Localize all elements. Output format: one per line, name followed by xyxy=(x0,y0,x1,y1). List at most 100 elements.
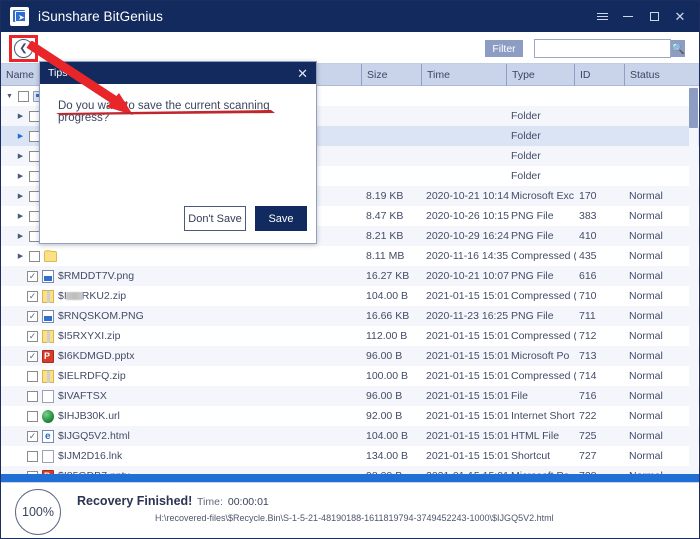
dont-save-button[interactable]: Don't Save xyxy=(184,206,246,231)
table-row[interactable]: $I5RXYXI.zip 112.00 B 2021-01-15 15:01:07C… xyxy=(1,326,699,346)
cell-size: 98.00 B xyxy=(361,466,421,474)
row-checkbox[interactable] xyxy=(27,410,38,422)
table-row[interactable]: $RMDDT7V.png 16.27 KB 2020-10-21 10:07:34P… xyxy=(1,266,699,286)
chevron-right-icon[interactable]: ▶ xyxy=(16,146,25,166)
table-row[interactable]: $I6KDMGD.pptx 96.00 B 2021-01-15 15:01:07M… xyxy=(1,346,699,366)
file-name: $IHJB30K.url xyxy=(58,410,120,422)
column-header-type[interactable]: Type xyxy=(506,64,574,86)
cell-id: 435 xyxy=(579,250,597,262)
cell-name: $IRKU2.zip xyxy=(1,286,361,306)
cell-size xyxy=(361,166,421,186)
cell-time: 2020-11-16 14:35:08 xyxy=(426,250,509,262)
back-chevron-icon[interactable]: ❮ xyxy=(14,39,33,58)
column-header-size[interactable]: Size xyxy=(361,64,421,86)
row-checkbox[interactable] xyxy=(27,270,38,282)
maximize-icon[interactable] xyxy=(641,1,667,32)
column-header-id[interactable]: ID xyxy=(574,64,624,86)
row-checkbox[interactable] xyxy=(27,370,38,382)
cell-type: Microsoft Po xyxy=(506,466,576,474)
cell-id: 711 xyxy=(579,310,596,322)
search-icon[interactable]: 🔍 xyxy=(671,40,685,57)
back-button-highlight: ❮ xyxy=(9,35,38,62)
zip-file-icon xyxy=(42,329,54,343)
file-name: $IJGQ5V2.html xyxy=(58,430,130,442)
cell-time: 2021-01-15 15:01:07 xyxy=(426,290,509,302)
row-checkbox[interactable] xyxy=(27,330,38,342)
table-row[interactable]: $IELRDFQ.zip 100.00 B 2021-01-15 15:01:07C… xyxy=(1,366,699,386)
cell-type: Compressed ( xyxy=(511,330,576,342)
footer-status-bar: 100% Recovery Finished! Time:00:00:01 Re… xyxy=(1,482,699,538)
search-input[interactable] xyxy=(535,40,671,57)
row-checkbox[interactable] xyxy=(27,450,38,462)
table-row[interactable]: $IRKU2.zip 104.00 B 2021-01-15 15:01:07Com… xyxy=(1,286,699,306)
cell-type: File xyxy=(511,390,528,402)
table-row[interactable]: ▶ 8.11 MB 2020-11-16 14:35:08Compressed (4… xyxy=(1,246,699,266)
cell-id: 713 xyxy=(579,350,597,362)
progress-percent: 100% xyxy=(15,489,61,535)
vertical-scrollbar[interactable] xyxy=(689,86,698,474)
hamburger-icon[interactable] xyxy=(589,1,615,32)
url-file-icon xyxy=(42,409,54,423)
chevron-right-icon[interactable]: ▶ xyxy=(16,226,25,246)
row-checkbox[interactable] xyxy=(27,350,38,362)
row-checkbox[interactable] xyxy=(27,290,38,302)
cell-type: Microsoft Exc xyxy=(511,190,575,202)
cell-type: PNG File xyxy=(511,230,554,242)
cell-time xyxy=(421,106,509,126)
redacted-text xyxy=(65,292,83,300)
table-row[interactable]: $IVAFTSX 96.00 B 2021-01-15 15:01:07File 71… xyxy=(1,386,699,406)
column-header-status[interactable]: Status xyxy=(624,64,699,86)
filter-button[interactable]: Filter xyxy=(485,40,523,57)
cell-name: $IJGQ5V2.html xyxy=(1,426,361,446)
doc-file-icon xyxy=(42,449,54,463)
save-button[interactable]: Save xyxy=(255,206,307,231)
file-name: $IVAFTSX xyxy=(58,390,107,402)
chevron-down-icon[interactable]: ▼ xyxy=(5,86,14,106)
scrollbar-thumb[interactable] xyxy=(689,88,698,128)
chevron-right-icon[interactable]: ▶ xyxy=(16,206,25,226)
table-row[interactable]: $IJM2D16.lnk 134.00 B 2021-01-15 15:01:07S… xyxy=(1,446,699,466)
column-header-time[interactable]: Time xyxy=(421,64,506,86)
row-checkbox[interactable] xyxy=(27,430,38,442)
close-icon[interactable]: ✕ xyxy=(667,1,693,32)
chevron-right-icon[interactable]: ▶ xyxy=(16,166,25,186)
chevron-right-icon[interactable]: ▶ xyxy=(16,106,25,126)
cell-id: 712 xyxy=(579,330,597,342)
chevron-right-icon[interactable]: ▶ xyxy=(16,186,25,206)
cell-id xyxy=(574,166,624,186)
cell-time: 2021-01-15 15:01:07 xyxy=(421,466,509,474)
dialog-message: Do you want to save the current scanning… xyxy=(58,100,270,124)
recovery-status-text: Recovery Finished! xyxy=(77,494,193,508)
chevron-right-icon[interactable]: ▶ xyxy=(16,246,25,266)
cell-time xyxy=(421,126,509,146)
window-controls: ✕ xyxy=(589,1,699,32)
file-name: $IELRDFQ.zip xyxy=(58,370,126,382)
cell-id: 728 xyxy=(574,466,624,474)
close-icon[interactable]: ✕ xyxy=(297,67,308,80)
current-file-path: H:\recovered-files\$Recycle.Bin\S-1-5-21… xyxy=(155,513,554,523)
cell-type: Compressed ( xyxy=(511,370,576,382)
cell-time: 2021-01-15 15:01:07 xyxy=(426,370,509,382)
cell-id: 410 xyxy=(579,230,597,242)
cell-size: 100.00 B xyxy=(366,370,409,382)
minimize-icon[interactable] xyxy=(615,1,641,32)
row-checkbox[interactable] xyxy=(29,250,40,262)
table-row[interactable]: $IHJB30K.url 92.00 B 2021-01-15 15:01:07In… xyxy=(1,406,699,426)
row-checkbox[interactable] xyxy=(27,310,38,322)
cell-size xyxy=(361,86,421,106)
row-checkbox[interactable] xyxy=(27,390,38,402)
cell-name: $RNQSKOM.PNG xyxy=(1,306,361,326)
cell-id: 616 xyxy=(579,270,597,282)
time-value: 00:00:01 xyxy=(227,496,269,508)
row-checkbox[interactable] xyxy=(18,90,29,102)
cell-id: 714 xyxy=(579,370,597,382)
chevron-right-icon[interactable]: ▶ xyxy=(16,126,25,146)
table-row[interactable]: $I85GDB7.pptx98.00 B2021-01-15 15:01:07M… xyxy=(1,466,699,474)
elapsed-time: Time: 00:00:01 xyxy=(197,496,269,508)
tips-dialog: Tips ✕ Do you want to save the current s… xyxy=(39,61,317,244)
cell-time: 2020-11-23 16:25:33 xyxy=(426,310,509,322)
table-row[interactable]: $IJGQ5V2.html 104.00 B 2021-01-15 15:01:07… xyxy=(1,426,699,446)
search-box[interactable]: 🔍 xyxy=(534,39,685,58)
table-row[interactable]: $RNQSKOM.PNG 16.66 KB 2020-11-23 16:25:33P… xyxy=(1,306,699,326)
cell-time: 2020-10-21 10:14:23 xyxy=(426,190,509,202)
